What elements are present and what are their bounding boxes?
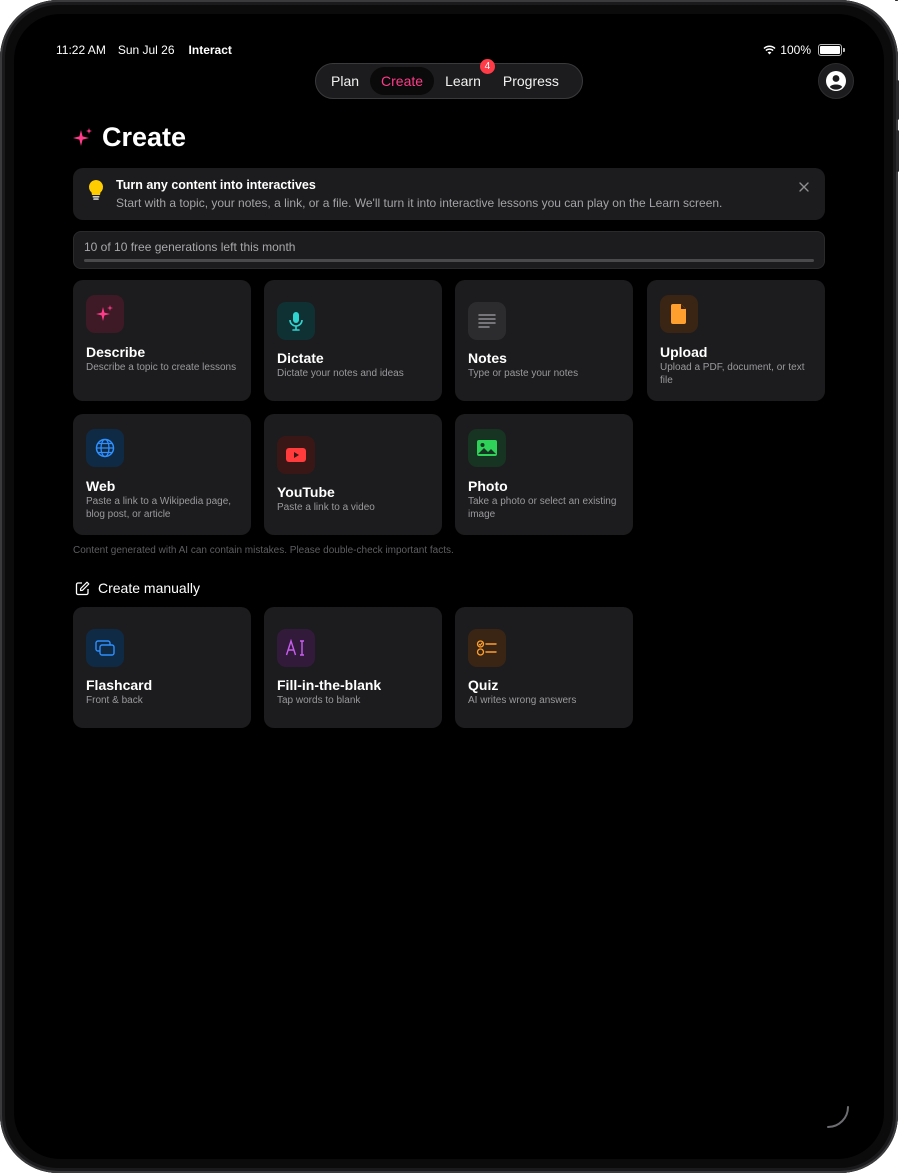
tab-create[interactable]: Create — [370, 67, 435, 95]
status-bar: 11:22 AM Sun Jul 26 Interact 100% — [56, 43, 845, 59]
source-card-youtube[interactable]: YouTube Paste a link to a video — [264, 414, 442, 535]
status-date: Sun Jul 26 — [117, 43, 175, 57]
card-title: Flashcard — [86, 677, 153, 693]
source-card-web[interactable]: Web Paste a link to a Wikipedia page, bl… — [73, 414, 251, 535]
page-title: Create — [102, 122, 187, 152]
card-description: Take a photo or select an existing image — [468, 496, 617, 520]
screen: 11:22 AM Sun Jul 26 Interact 100% Plan C… — [14, 14, 884, 1159]
card-description: Upload a PDF, document, or text file — [660, 362, 805, 386]
volume-button-up — [896, 80, 899, 120]
image-icon — [468, 429, 506, 467]
sparkles-icon — [86, 295, 124, 333]
checklist-icon — [468, 629, 506, 667]
ai-disclaimer: Content generated with AI can contain mi… — [73, 545, 454, 556]
usage-meter: 10 of 10 free generations left this mont… — [73, 231, 825, 269]
tab-learn[interactable]: Learn 4 — [434, 59, 495, 95]
close-icon[interactable] — [797, 180, 811, 194]
status-app-name: Interact — [188, 43, 232, 57]
card-description: Paste a link to a Wikipedia page, blog p… — [86, 496, 232, 520]
home-corner-indicator — [827, 1106, 849, 1128]
card-title: Fill-in-the-blank — [277, 677, 382, 693]
usage-progress-bar — [84, 259, 814, 262]
card-description: Describe a topic to create lessons — [86, 362, 237, 373]
manual-card-quiz[interactable]: Quiz AI writes wrong answers — [455, 607, 633, 728]
create-manually-heading: Create manually — [75, 580, 200, 596]
info-banner: Turn any content into interactives Start… — [73, 168, 825, 220]
card-description: Dictate your notes and ideas — [277, 368, 404, 379]
microphone-icon — [277, 302, 315, 340]
source-card-upload[interactable]: Upload Upload a PDF, document, or text f… — [647, 280, 825, 401]
source-card-describe[interactable]: Describe Describe a topic to create less… — [73, 280, 251, 401]
manual-card-fill-in-the-blank[interactable]: Fill-in-the-blank Tap words to blank — [264, 607, 442, 728]
card-title: Upload — [660, 344, 708, 360]
main-nav: Plan Create Learn 4 Progress — [315, 59, 583, 99]
card-description: Tap words to blank — [277, 695, 361, 706]
page-header: Create — [72, 122, 186, 153]
card-title: Quiz — [468, 677, 499, 693]
card-description: AI writes wrong answers — [468, 695, 577, 706]
person-icon — [826, 71, 846, 91]
text-cursor-icon — [277, 629, 315, 667]
document-icon — [660, 295, 698, 333]
battery-percent: 100% — [780, 43, 811, 57]
status-time: 11:22 AM — [56, 43, 106, 57]
learn-badge: 4 — [479, 59, 495, 74]
source-card-notes[interactable]: Notes Type or paste your notes — [455, 280, 633, 401]
play-icon — [277, 436, 315, 474]
card-description: Front & back — [86, 695, 143, 706]
sparkles-icon — [73, 127, 92, 146]
card-title: YouTube — [277, 484, 335, 500]
card-title: Dictate — [277, 350, 324, 366]
wifi-icon — [763, 45, 776, 55]
tab-progress[interactable]: Progress — [492, 67, 570, 95]
banner-description: Start with a topic, your notes, a link, … — [116, 196, 723, 210]
card-title: Photo — [468, 478, 508, 494]
source-card-dictate[interactable]: Dictate Dictate your notes and ideas — [264, 280, 442, 401]
manual-card-flashcard[interactable]: Flashcard Front & back — [73, 607, 251, 728]
volume-button — [896, 130, 899, 172]
usage-text: 10 of 10 free generations left this mont… — [84, 240, 296, 254]
banner-title: Turn any content into interactives — [116, 178, 316, 192]
battery-icon — [818, 44, 845, 56]
cards-icon — [86, 629, 124, 667]
globe-icon — [86, 429, 124, 467]
card-description: Type or paste your notes — [468, 368, 579, 379]
card-title: Notes — [468, 350, 507, 366]
profile-button[interactable] — [818, 63, 854, 99]
card-title: Web — [86, 478, 116, 494]
tab-plan[interactable]: Plan — [320, 67, 370, 95]
card-title: Describe — [86, 344, 146, 360]
card-description: Paste a link to a video — [277, 502, 375, 513]
square-pencil-icon — [75, 581, 90, 595]
lightbulb-icon — [88, 179, 104, 200]
lines-icon — [468, 302, 506, 340]
source-card-photo[interactable]: Photo Take a photo or select an existing… — [455, 414, 633, 535]
